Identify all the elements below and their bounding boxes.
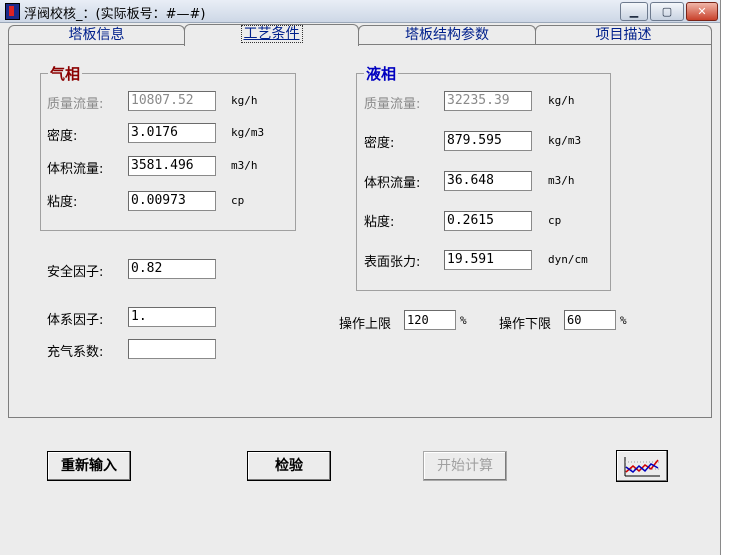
gas-volume-flow-unit: m3/h <box>231 159 258 172</box>
title-bar: 浮阀校核_：(实际板号：#—#) ▁ ▢ ✕ <box>0 0 720 23</box>
process-conditions-panel: 气相 质量流量: 10807.52 kg/h 密度: 3.0176 kg/m3 … <box>8 44 712 418</box>
aeration-factor-field[interactable] <box>128 339 216 359</box>
liquid-density-unit: kg/m3 <box>548 134 582 147</box>
tab-process-conditions[interactable]: 工艺条件 <box>184 24 359 46</box>
gas-viscosity-label: 粘度: <box>47 195 78 210</box>
reset-button[interactable]: 重新输入 <box>47 451 131 481</box>
gas-viscosity-field[interactable]: 0.00973 <box>128 191 216 211</box>
app-window: 浮阀校核_：(实际板号：#—#) ▁ ▢ ✕ 塔板信息 工艺条件 塔板结构参数 … <box>0 0 721 555</box>
tab-project-description[interactable]: 项目描述 <box>535 25 712 45</box>
chart-button[interactable] <box>616 450 668 482</box>
close-button[interactable]: ✕ <box>686 2 718 21</box>
liquid-phase-title: 液相 <box>364 63 399 84</box>
tab-label: 工艺条件 <box>240 25 303 43</box>
system-factor-field[interactable]: 1. <box>128 307 216 327</box>
operation-lower-limit-field[interactable]: 60 <box>564 310 616 330</box>
liquid-density-field[interactable]: 879.595 <box>444 131 532 151</box>
close-icon: ✕ <box>697 5 707 18</box>
system-factor-label: 体系因子: <box>47 313 104 328</box>
maximize-icon: ▢ <box>661 5 673 18</box>
liquid-mass-flow-field[interactable]: 32235.39 <box>444 91 532 111</box>
liquid-surface-tension-label: 表面张力: <box>364 255 421 270</box>
app-icon <box>5 3 20 20</box>
safety-factor-field[interactable]: 0.82 <box>128 259 216 279</box>
gas-viscosity-unit: cp <box>231 194 245 207</box>
gas-mass-flow-field[interactable]: 10807.52 <box>128 91 216 111</box>
operation-upper-limit-label: 操作上限 <box>339 317 392 332</box>
gas-density-label: 密度: <box>47 129 78 144</box>
safety-factor-label: 安全因子: <box>47 265 104 280</box>
liquid-viscosity-field[interactable]: 0.2615 <box>444 211 532 231</box>
gas-volume-flow-label: 体积流量: <box>47 162 104 177</box>
operation-upper-limit-field[interactable]: 120 <box>404 310 456 330</box>
gas-density-field[interactable]: 3.0176 <box>128 123 216 143</box>
tab-label: 塔板结构参数 <box>405 27 489 43</box>
liquid-mass-flow-label: 质量流量: <box>364 97 421 112</box>
gas-mass-flow-label: 质量流量: <box>47 97 104 112</box>
operation-upper-limit-unit: % <box>460 314 467 327</box>
liquid-volume-flow-unit: m3/h <box>548 174 575 187</box>
operation-lower-limit-label: 操作下限 <box>499 317 552 332</box>
liquid-phase-group: 液相 质量流量: 32235.39 kg/h 密度: 879.595 kg/m3… <box>356 63 611 291</box>
gas-volume-flow-field[interactable]: 3581.496 <box>128 156 216 176</box>
gas-phase-title: 气相 <box>48 63 83 84</box>
liquid-viscosity-unit: cp <box>548 214 562 227</box>
window-title: 浮阀校核_：(实际板号：#—#) <box>24 7 206 22</box>
tab-label: 项目描述 <box>595 27 652 43</box>
liquid-density-label: 密度: <box>364 136 395 151</box>
tab-label: 塔板信息 <box>68 27 125 43</box>
liquid-mass-flow-unit: kg/h <box>548 94 575 107</box>
gas-phase-group: 气相 质量流量: 10807.52 kg/h 密度: 3.0176 kg/m3 … <box>40 63 296 231</box>
start-calculation-button[interactable]: 开始计算 <box>423 451 507 481</box>
minimize-button[interactable]: ▁ <box>620 2 648 21</box>
gas-mass-flow-unit: kg/h <box>231 94 258 107</box>
check-button[interactable]: 检验 <box>247 451 331 481</box>
minimize-icon: ▁ <box>629 5 639 18</box>
tab-tray-info[interactable]: 塔板信息 <box>8 25 185 45</box>
aeration-factor-label: 充气系数: <box>47 345 104 360</box>
liquid-viscosity-label: 粘度: <box>364 215 395 230</box>
tab-tray-structure-params[interactable]: 塔板结构参数 <box>358 25 536 45</box>
maximize-button[interactable]: ▢ <box>650 2 684 21</box>
operation-lower-limit-unit: % <box>620 314 627 327</box>
liquid-surface-tension-unit: dyn/cm <box>548 253 588 266</box>
liquid-volume-flow-label: 体积流量: <box>364 176 421 191</box>
gas-density-unit: kg/m3 <box>231 126 265 139</box>
liquid-volume-flow-field[interactable]: 36.648 <box>444 171 532 191</box>
line-chart-icon <box>624 457 660 477</box>
liquid-surface-tension-field[interactable]: 19.591 <box>444 250 532 270</box>
